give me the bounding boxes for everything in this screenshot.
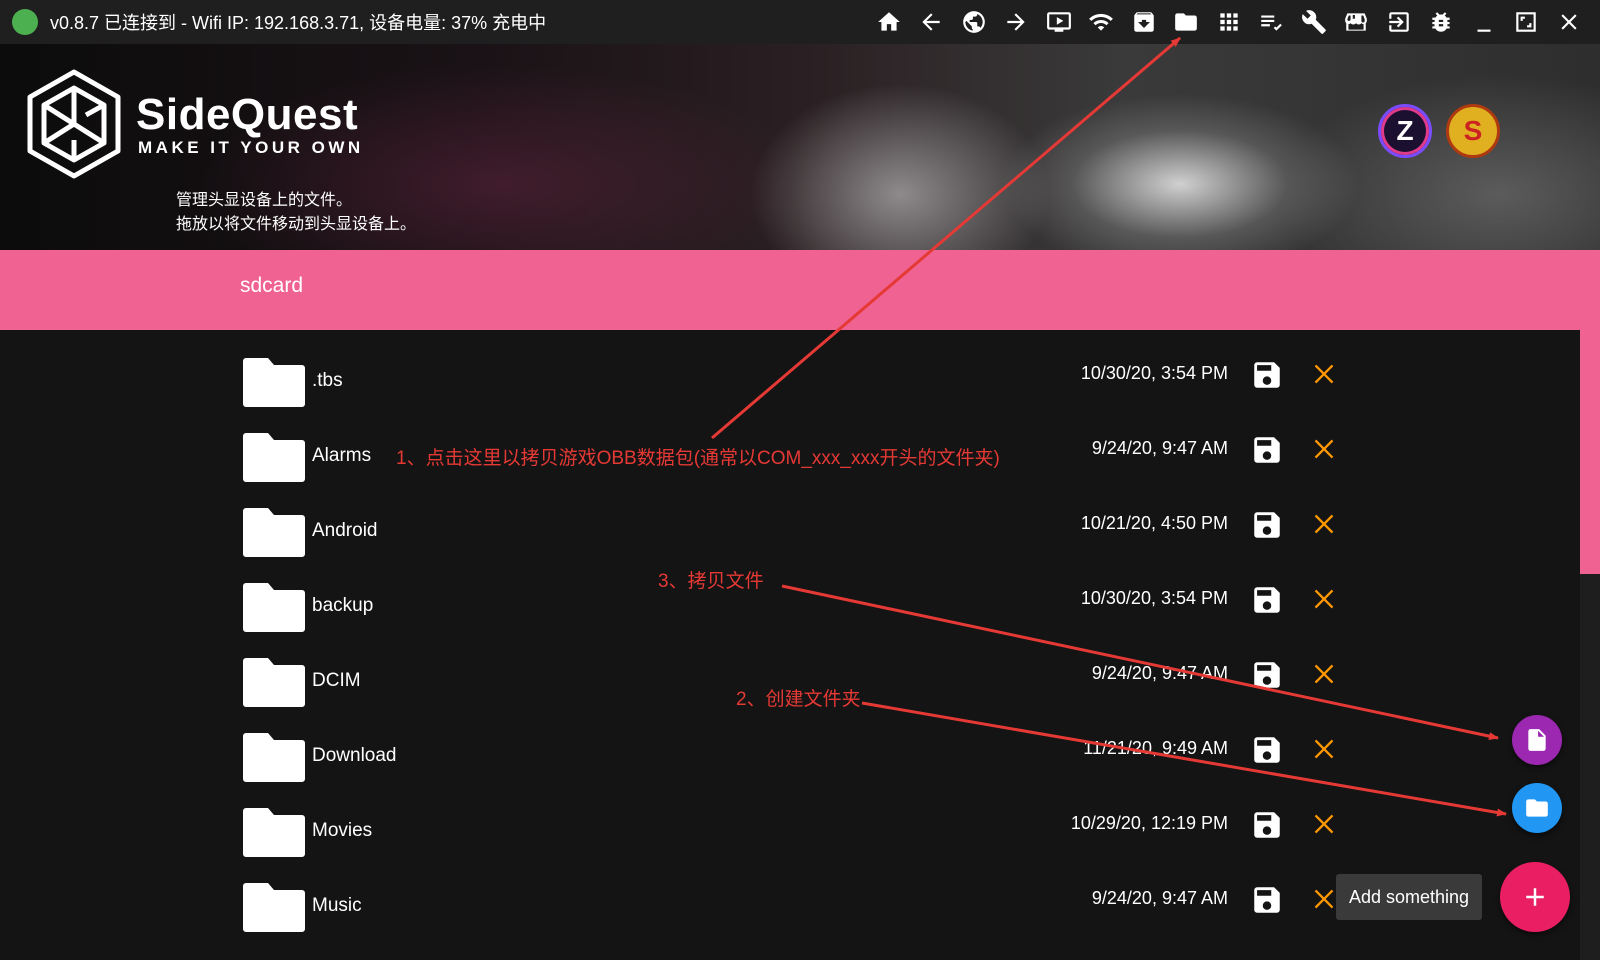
folder-icon (243, 358, 305, 407)
brand-tagline: MAKE IT YOUR OWN (138, 138, 364, 157)
file-icon (1528, 729, 1546, 751)
current-path[interactable]: sdcard (240, 274, 303, 298)
page-description-line2: 拖放以将文件移动到头显设备上。 (176, 216, 417, 233)
file-date: 11/21/20, 9:49 AM (1083, 738, 1228, 758)
connection-status-indicator (12, 9, 38, 35)
save-icon[interactable] (1250, 433, 1284, 467)
store-icon[interactable] (1335, 0, 1378, 44)
delete-icon[interactable] (1310, 510, 1338, 538)
add-folder-button[interactable] (1512, 783, 1562, 833)
file-date: 10/30/20, 3:54 PM (1080, 588, 1228, 608)
file-date: 9/24/20, 9:47 AM (1091, 663, 1228, 683)
add-something-button[interactable] (1500, 862, 1570, 932)
exit-to-app-icon[interactable] (1378, 0, 1421, 44)
save-icon[interactable] (1250, 658, 1284, 692)
forward-icon[interactable] (995, 0, 1038, 44)
delete-icon[interactable] (1310, 585, 1338, 613)
folder-icon (243, 733, 305, 782)
file-name: Android (312, 520, 378, 541)
file-row[interactable]: .tbs 10/30/20, 3:54 PM (0, 346, 1580, 421)
file-date: 10/30/20, 3:54 PM (1080, 363, 1228, 383)
add-file-button[interactable] (1512, 715, 1562, 765)
file-date: 9/24/20, 9:47 AM (1091, 438, 1228, 458)
file-date: 10/29/20, 12:19 PM (1070, 813, 1228, 833)
save-icon[interactable] (1250, 808, 1284, 842)
folder-icon (243, 583, 305, 632)
file-list: .tbs 10/30/20, 3:54 PM Alarms 9/24/20, 9… (0, 330, 1580, 960)
file-name: Download (312, 745, 397, 766)
brand-name: SideQuest (136, 90, 359, 139)
header-banner: SideQuest MAKE IT YOUR OWN 管理头显设备上的文件。 拖… (0, 44, 1600, 250)
file-date: 9/24/20, 9:47 AM (1091, 888, 1228, 908)
annotation-step2: 2、创建文件夹 (736, 689, 861, 710)
annotation-step1: 1、点击这里以拷贝游戏OBB数据包(通常以COM_xxx_xxx开头的文件夹) (396, 448, 1000, 469)
folder-icon (243, 433, 305, 482)
tv-play-icon[interactable] (1038, 0, 1081, 44)
delete-icon[interactable] (1310, 435, 1338, 463)
save-icon[interactable] (1250, 583, 1284, 617)
file-name: .tbs (312, 370, 343, 391)
title-bar: v0.8.7 已连接到 - Wifi IP: 192.168.3.71, 设备电… (0, 0, 1600, 44)
user-avatar-z[interactable]: Z (1378, 104, 1432, 158)
back-icon[interactable] (910, 0, 953, 44)
file-name: DCIM (312, 670, 361, 691)
folder-icon (243, 658, 305, 707)
user-avatar-s[interactable]: S (1446, 104, 1500, 158)
home-icon[interactable] (868, 0, 911, 44)
maximize-icon[interactable] (1505, 0, 1548, 44)
wifi-icon[interactable] (1080, 0, 1123, 44)
file-name: Movies (312, 820, 373, 841)
file-row[interactable]: Download 11/21/20, 9:49 AM (0, 721, 1580, 796)
globe-icon[interactable] (953, 0, 996, 44)
page-description-line1: 管理头显设备上的文件。 (176, 192, 353, 209)
close-icon[interactable] (1548, 0, 1591, 44)
path-bar: sdcard (0, 250, 1600, 330)
save-icon[interactable] (1250, 883, 1284, 917)
bug-icon[interactable] (1420, 0, 1463, 44)
sidequest-logo-icon (27, 69, 121, 179)
delete-icon[interactable] (1310, 660, 1338, 688)
folder-icon (243, 808, 305, 857)
delete-icon[interactable] (1310, 360, 1338, 388)
file-row[interactable]: backup 10/30/20, 3:54 PM (0, 571, 1580, 646)
file-name: Alarms (312, 445, 372, 466)
plus-icon (1526, 888, 1544, 906)
delete-icon[interactable] (1310, 885, 1338, 913)
add-something-tooltip: Add something (1336, 874, 1482, 920)
annotation-step3: 3、拷贝文件 (658, 571, 764, 592)
folder-icon (243, 508, 305, 557)
toolbar (868, 0, 1591, 44)
file-row[interactable]: Movies 10/29/20, 12:19 PM (0, 796, 1580, 871)
file-date: 10/21/20, 4:50 PM (1080, 513, 1228, 533)
minimize-icon[interactable] (1463, 0, 1506, 44)
checklist-icon[interactable] (1250, 0, 1293, 44)
save-icon[interactable] (1250, 508, 1284, 542)
connection-status-text: v0.8.7 已连接到 - Wifi IP: 192.168.3.71, 设备电… (50, 13, 547, 33)
download-box-icon[interactable] (1123, 0, 1166, 44)
file-name: Music (312, 895, 362, 916)
apps-grid-icon[interactable] (1208, 0, 1251, 44)
save-icon[interactable] (1250, 358, 1284, 392)
scrollbar-thumb[interactable] (1580, 330, 1600, 574)
save-icon[interactable] (1250, 733, 1284, 767)
delete-icon[interactable] (1310, 810, 1338, 838)
file-row[interactable]: Android 10/21/20, 4:50 PM (0, 496, 1580, 571)
folder-icon[interactable] (1165, 0, 1208, 44)
file-name: backup (312, 595, 374, 616)
folder-icon (243, 883, 305, 932)
wrench-icon[interactable] (1293, 0, 1336, 44)
folder-icon (1526, 799, 1548, 817)
delete-icon[interactable] (1310, 735, 1338, 763)
